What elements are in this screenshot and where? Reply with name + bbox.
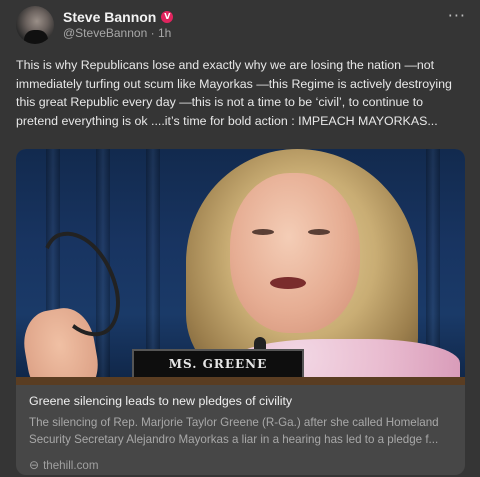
link-card-description: The silencing of Rep. Marjorie Taylor Gr… bbox=[29, 416, 439, 446]
verified-badge-icon: V bbox=[161, 11, 174, 23]
link-icon: ⊖ bbox=[29, 458, 40, 472]
link-card-domain[interactable]: thehill.com bbox=[43, 459, 98, 472]
author-meta: @SteveBannon · 1h bbox=[63, 26, 171, 40]
link-card-body: Greene silencing leads to new pledges of… bbox=[16, 385, 465, 472]
nameplate: MS. GREENE bbox=[132, 349, 304, 379]
link-card-image: MS. GREENE bbox=[16, 149, 465, 385]
link-card-title[interactable]: Greene silencing leads to new pledges of… bbox=[29, 393, 453, 410]
avatar[interactable] bbox=[16, 6, 54, 44]
post-text: This is why Republicans lose and exactly… bbox=[16, 58, 452, 128]
link-card[interactable]: MS. GREENE Greene silencing leads to new… bbox=[16, 149, 465, 475]
nameplate-text: MS. GREENE bbox=[168, 357, 268, 371]
meta-separator: · bbox=[150, 26, 158, 40]
link-card-domain-row: ⊖ thehill.com bbox=[29, 458, 453, 472]
post: Steve Bannon V @SteveBannon · 1h ··· Thi… bbox=[0, 0, 480, 477]
more-options-icon[interactable]: ··· bbox=[448, 6, 466, 25]
post-time[interactable]: 1h bbox=[158, 26, 171, 40]
author-row: Steve Bannon V bbox=[63, 9, 174, 25]
author-display-name[interactable]: Steve Bannon bbox=[63, 9, 156, 25]
author-handle[interactable]: @SteveBannon bbox=[63, 26, 147, 40]
